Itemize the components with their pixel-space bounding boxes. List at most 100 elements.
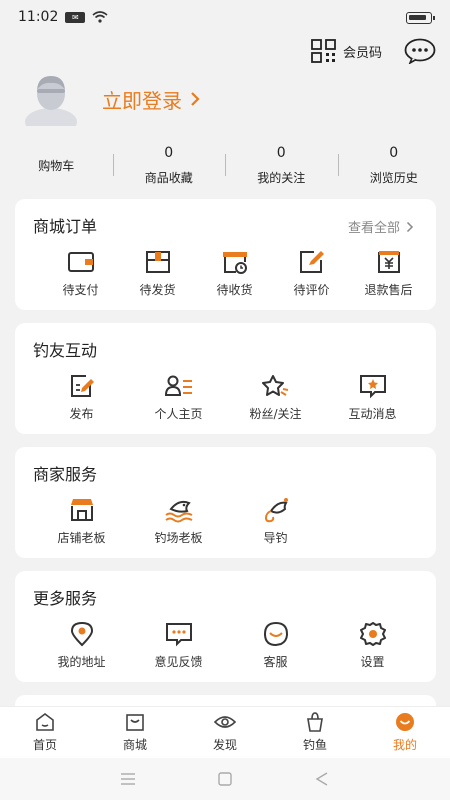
delivery-icon xyxy=(222,252,247,274)
order-pending-review[interactable]: 待评价 xyxy=(273,249,350,298)
login-label: 立即登录 xyxy=(102,88,182,113)
more-services-title: 更多服务 xyxy=(33,589,98,608)
shop-icon xyxy=(70,499,93,521)
package-icon xyxy=(145,251,170,273)
view-all-orders-link[interactable]: 查看全部 xyxy=(348,217,414,236)
cell-label: 设置 xyxy=(360,655,385,669)
cell-label: 待评价 xyxy=(293,283,330,297)
cell-label: 意见反馈 xyxy=(154,655,203,669)
qr-code-icon xyxy=(311,39,336,63)
fishing-ground-owner-button[interactable]: 钓场老板 xyxy=(130,497,227,546)
community-title: 钓友互动 xyxy=(33,341,98,360)
interaction-messages-button[interactable]: 互动消息 xyxy=(324,373,421,422)
order-pending-receipt[interactable]: 待收货 xyxy=(196,249,273,298)
cell-label: 粉丝/关注 xyxy=(249,407,302,421)
more-services-card: 更多服务 我的地址 意见反馈 客服 设置 xyxy=(15,571,436,682)
personal-homepage-button[interactable]: 个人主页 xyxy=(130,373,227,422)
stat-label: 购物车 xyxy=(38,158,75,173)
cell-label: 待发货 xyxy=(139,283,176,297)
status-time: 11:02 xyxy=(18,9,59,25)
home-square-icon[interactable] xyxy=(216,771,234,787)
chevron-right-icon xyxy=(191,92,200,106)
tab-label: 钓鱼 xyxy=(302,738,327,752)
stat-history[interactable]: 0 浏览历史 xyxy=(337,140,450,190)
cell-label: 客服 xyxy=(263,655,288,669)
feedback-button[interactable]: 意见反馈 xyxy=(130,621,227,670)
status-bar: 11:02 ✉ xyxy=(0,0,450,34)
vip-code-button[interactable]: 会员码 xyxy=(311,39,382,63)
avatar[interactable] xyxy=(20,72,82,126)
bottom-tab-bar: 首页 商城 发现 钓鱼 我的 xyxy=(0,706,450,758)
tab-label: 我的 xyxy=(392,738,417,752)
tab-home[interactable]: 首页 xyxy=(0,707,90,758)
tab-mine[interactable]: 我的 xyxy=(360,707,450,758)
orders-card: 商城订单 查看全部 待支付 待发货 待收货 待评价 退款售后 xyxy=(15,199,436,310)
fans-follow-button[interactable]: 粉丝/关注 xyxy=(227,373,324,422)
wallet-icon xyxy=(67,252,94,272)
cell-label: 个人主页 xyxy=(154,407,203,421)
system-nav-bar xyxy=(0,758,450,800)
fishing-ground-icon xyxy=(164,500,192,523)
stat-count: 0 xyxy=(276,144,286,161)
cell-label: 店铺老板 xyxy=(57,531,106,545)
feedback-icon xyxy=(165,623,192,647)
chat-bubble-icon[interactable] xyxy=(404,38,436,64)
login-link[interactable]: 立即登录 xyxy=(102,85,200,114)
vip-code-label: 会员码 xyxy=(342,45,382,61)
stat-label: 我的关注 xyxy=(257,170,306,185)
my-address-button[interactable]: 我的地址 xyxy=(33,621,130,670)
profile-section[interactable]: 立即登录 xyxy=(20,72,200,126)
chevron-right-icon xyxy=(406,221,414,232)
order-pending-payment[interactable]: 待支付 xyxy=(42,249,119,298)
view-all-label: 查看全部 xyxy=(347,221,400,236)
stat-label: 商品收藏 xyxy=(144,170,193,185)
mine-icon xyxy=(396,713,414,731)
customer-service-icon xyxy=(263,621,288,647)
fishing-guide-button[interactable]: 导钓 xyxy=(227,497,324,546)
top-actions: 会员码 xyxy=(311,36,436,66)
merchant-card: 商家服务 店铺老板 钓场老板 导钓 xyxy=(15,447,436,558)
fishing-icon xyxy=(307,712,323,732)
customer-service-button[interactable]: 客服 xyxy=(227,621,324,670)
back-triangle-icon[interactable] xyxy=(313,771,331,787)
orders-title: 商城订单 xyxy=(33,217,98,236)
wifi-icon xyxy=(92,11,108,23)
settings-icon xyxy=(359,622,386,646)
settings-button[interactable]: 设置 xyxy=(324,621,421,670)
cell-label: 导钓 xyxy=(263,531,288,545)
post-button[interactable]: 发布 xyxy=(33,373,130,422)
order-pending-shipment[interactable]: 待发货 xyxy=(119,249,196,298)
message-icon xyxy=(359,375,386,399)
home-icon xyxy=(36,713,54,731)
stat-following[interactable]: 0 我的关注 xyxy=(225,140,338,190)
stat-label: 浏览历史 xyxy=(369,170,418,185)
merchant-grid: 店铺老板 钓场老板 导钓 xyxy=(15,497,436,546)
default-avatar-icon xyxy=(25,76,77,126)
review-icon xyxy=(299,251,324,273)
merchant-title: 商家服务 xyxy=(33,465,98,484)
community-grid: 发布 个人主页 粉丝/关注 互动消息 xyxy=(15,373,436,422)
fishing-guide-icon xyxy=(264,498,288,523)
discover-icon xyxy=(214,716,236,728)
battery-icon xyxy=(406,12,435,24)
stat-cart[interactable]: 购物车 xyxy=(0,140,113,190)
menu-icon[interactable] xyxy=(119,771,137,787)
post-icon xyxy=(70,375,94,397)
location-icon xyxy=(70,621,93,647)
tab-mall[interactable]: 商城 xyxy=(90,707,180,758)
tab-label: 首页 xyxy=(32,738,57,752)
cell-label: 发布 xyxy=(69,407,94,421)
shop-owner-button[interactable]: 店铺老板 xyxy=(33,497,130,546)
stat-favorites[interactable]: 0 商品收藏 xyxy=(112,140,226,190)
sim-icon: ✉ xyxy=(65,11,86,23)
tab-fishing[interactable]: 钓鱼 xyxy=(270,707,360,758)
cell-label: 待收货 xyxy=(216,283,253,297)
fans-icon xyxy=(261,375,288,396)
stat-count: 0 xyxy=(389,144,399,161)
tab-label: 商城 xyxy=(122,738,147,752)
tab-discover[interactable]: 发现 xyxy=(180,707,270,758)
cell-label: 钓场老板 xyxy=(154,531,203,545)
order-refund[interactable]: 退款售后 xyxy=(350,249,427,298)
cell-label: 我的地址 xyxy=(57,655,106,669)
refund-icon xyxy=(377,251,400,273)
